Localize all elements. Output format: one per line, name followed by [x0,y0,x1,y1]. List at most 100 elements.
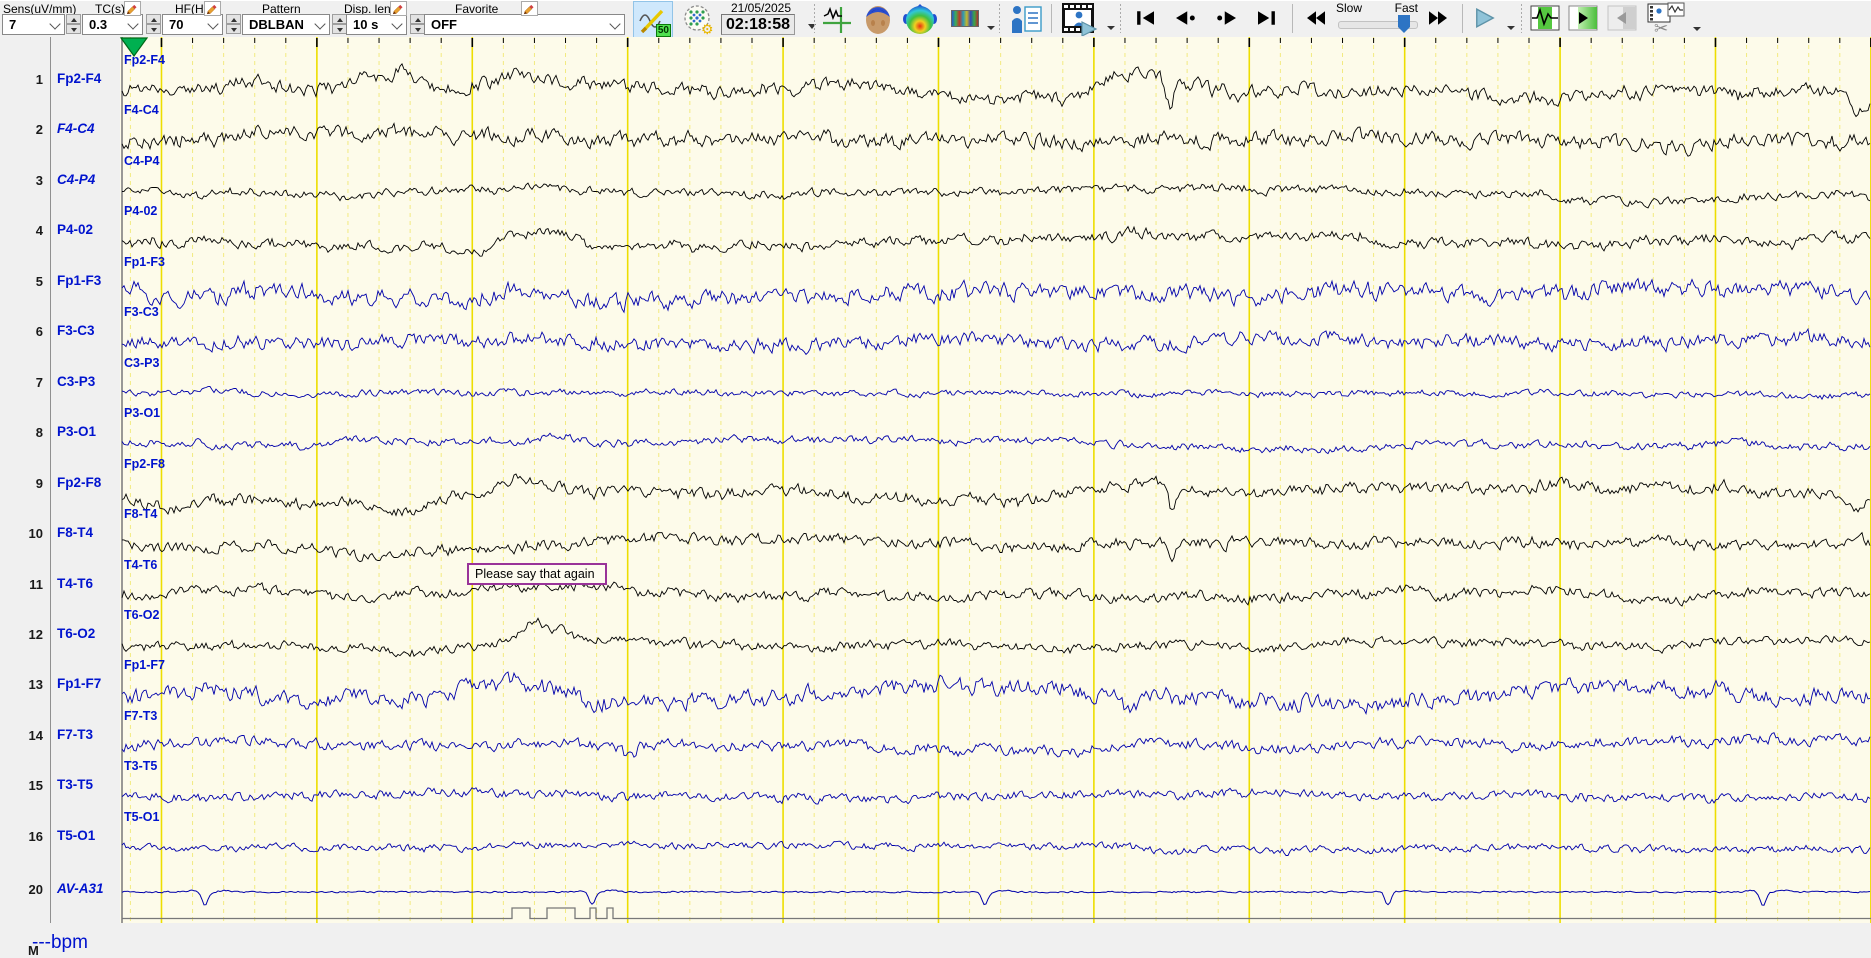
sidebar-channel-F7-T3[interactable]: F7-T3 [57,727,93,742]
display-length-spin-up[interactable] [410,14,425,24]
go-first-button[interactable] [1128,3,1162,33]
video-icon [1062,2,1098,36]
sidebar-channel-C4-P4[interactable]: C4-P4 [57,172,95,187]
chevron-down-icon [49,18,61,30]
step-back-button[interactable] [1166,3,1204,33]
high-freq-filter-edit-button[interactable] [204,1,221,16]
toolbar-separator [1120,4,1121,33]
notch-filter-button[interactable]: 50 [633,1,673,38]
dot-forward-icon [1217,11,1236,25]
favorite-edit-button[interactable] [521,1,538,16]
time-constant-spin-down[interactable] [146,24,161,34]
favorite-dropdown[interactable]: OFF [424,14,625,35]
toolbar-separator [1051,4,1052,33]
trace-label-F8-T4: F8-T4 [124,507,158,522]
channel-number: 3 [35,172,43,188]
play-dropdown-caret[interactable] [1507,26,1515,30]
spectrogram-button[interactable] [944,1,986,36]
display-length-edit-button[interactable] [390,1,407,16]
time-constant-spin-up[interactable] [146,14,161,24]
notch-50hz-badge: 50 [655,24,671,37]
average-waveform-button[interactable] [818,1,856,36]
video-button[interactable] [1056,1,1102,36]
video-dropdown-caret[interactable] [1107,26,1115,30]
eeg-trace-area[interactable] [120,37,1871,923]
channel-number: 12 [28,626,43,642]
channel-number: 13 [28,677,43,693]
high-freq-filter-dropdown[interactable]: 70 [162,14,223,35]
channel-number: 6 [35,324,43,340]
sidebar-channel-Fp2-F8[interactable]: Fp2-F8 [57,475,101,490]
sidebar-channel-Fp1-F7[interactable]: Fp1-F7 [57,676,101,691]
gray-back-icon [1607,5,1637,31]
sidebar-channel-F3-C3[interactable]: F3-C3 [57,323,95,338]
review-wave-button[interactable] [1529,2,1561,34]
review-back-button-disabled [1606,2,1638,34]
chevron-down-icon [391,18,403,30]
sidebar-channel-T5-O1[interactable]: T5-O1 [57,828,95,843]
pattern-dropdown[interactable]: DBLBAN [242,14,330,35]
time-constant-edit-button[interactable] [124,1,141,16]
sidebar-channel-P4-02[interactable]: P4-02 [57,222,93,237]
channel-number: 1 [35,72,43,87]
pencil-icon [523,4,534,15]
sensitivity-spin-down[interactable] [66,24,81,34]
high-freq-filter-spin-down[interactable] [226,24,241,34]
sidebar-channel-P3-O1[interactable]: P3-O1 [57,424,96,439]
rewind-button[interactable] [1298,3,1334,33]
channel-number: 14 [28,727,43,743]
review-play-button[interactable] [1567,2,1599,34]
display-length-dropdown[interactable]: 10 s [346,14,407,35]
head-3d-map-button[interactable] [858,1,898,36]
sidebar-channel-AV-A31[interactable]: AV-A31 [57,881,104,896]
trace-label-T5-O1: T5-O1 [124,809,160,824]
sidebar-channel-F8-T4[interactable]: F8-T4 [57,525,93,540]
electrode-setup-button[interactable]: ⚙ [676,1,720,36]
sidebar-channel-T4-T6[interactable]: T4-T6 [57,576,93,591]
sidebar-channel-C3-P3[interactable]: C3-P3 [57,374,95,389]
marker-channel-label: M [28,943,39,958]
toolbar-separator [1292,4,1293,33]
sidebar-channel-Fp1-F3[interactable]: Fp1-F3 [57,273,101,288]
clip-dropdown-caret[interactable] [1693,27,1701,31]
time-constant-dropdown[interactable]: 0.3 [82,14,143,35]
display-length-spinner [410,14,425,35]
fast-forward-icon [1429,11,1447,25]
trace-label-T3-T5: T3-T5 [124,759,158,774]
trace-label-Fp2-F8: Fp2-F8 [124,456,165,471]
channel-number: 2 [35,122,43,138]
chevron-down-icon [314,18,326,30]
display-length-spin-down[interactable] [410,24,425,34]
toolbar-separator [999,4,1000,33]
step-forward-button[interactable] [1208,3,1246,33]
spectrogram-dropdown-caret[interactable] [987,26,995,30]
channel-number: 15 [28,778,43,794]
sensitivity-dropdown[interactable]: 7 [2,14,65,35]
topo-map-button[interactable] [898,1,942,36]
fast-forward-button[interactable] [1420,3,1456,33]
high-freq-filter-spin-up[interactable] [226,14,241,24]
sidebar-divider [50,37,51,923]
play-button[interactable] [1468,3,1502,33]
sidebar-channel-T6-O2[interactable]: T6-O2 [57,626,95,641]
chevron-down-icon [609,18,621,30]
sidebar-channel-T3-T5[interactable]: T3-T5 [57,777,93,792]
slider-slow-label: Slow [1336,1,1363,15]
clip-video-button[interactable]: ✂ [1645,2,1687,35]
slider-thumb[interactable] [1398,15,1410,33]
trace-label-F7-T3: F7-T3 [124,708,158,723]
sidebar-channel-Fp2-F4[interactable]: Fp2-F4 [57,71,101,86]
sidebar-channel-F4-C4[interactable]: F4-C4 [57,121,95,136]
chevron-down-icon [127,18,139,30]
go-last-button[interactable] [1250,3,1284,33]
trace-label-T4-T6: T4-T6 [124,557,158,572]
chevron-down-icon [207,18,219,30]
trace-label-F3-C3: F3-C3 [124,305,159,320]
trace-label-C4-P4: C4-P4 [124,153,160,168]
pattern-spin-down[interactable] [332,24,347,34]
patient-info-button[interactable] [1004,1,1048,36]
waveform-cross-icon [823,6,851,33]
trace-label-Fp1-F3: Fp1-F3 [124,254,165,269]
channel-number: 20 [28,882,43,897]
sensitivity-spin-up[interactable] [66,14,81,24]
